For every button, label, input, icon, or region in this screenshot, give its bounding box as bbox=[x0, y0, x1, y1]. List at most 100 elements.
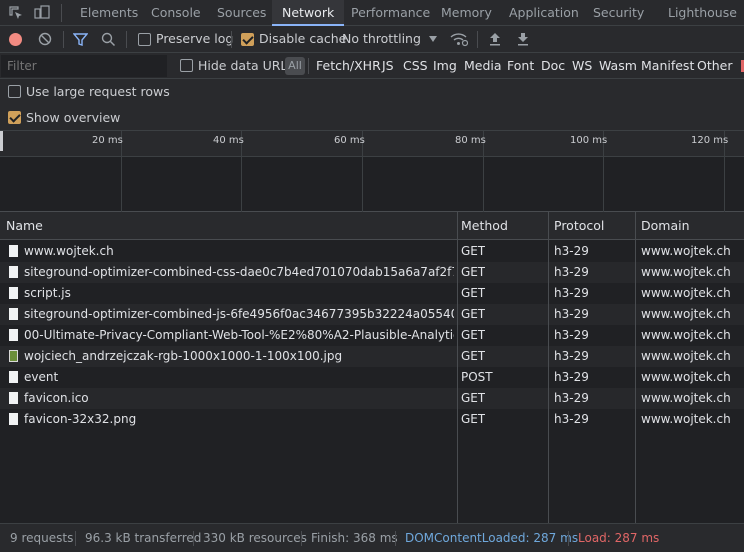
request-name: siteground-optimizer-combined-css-dae0c7… bbox=[24, 265, 454, 279]
filter-icon[interactable] bbox=[72, 32, 89, 47]
tick-label: 80 ms bbox=[455, 135, 486, 146]
options-row-large-rows: Use large request rows bbox=[0, 79, 744, 105]
request-method: GET bbox=[461, 349, 486, 363]
request-domain: www.wojtek.ch bbox=[641, 391, 731, 405]
search-icon[interactable] bbox=[101, 32, 116, 47]
status-transferred: 96.3 kB transferred bbox=[85, 531, 202, 545]
document-icon bbox=[9, 245, 18, 257]
column-divider[interactable] bbox=[457, 212, 458, 523]
preserve-log-checkbox[interactable] bbox=[138, 33, 151, 46]
filter-type-js[interactable]: JS bbox=[382, 53, 394, 79]
table-row[interactable]: favicon.ico GET h3-29 www.wojtek.ch bbox=[0, 388, 744, 409]
filter-type-css[interactable]: CSS bbox=[403, 53, 428, 79]
table-row[interactable]: 00-Ultimate-Privacy-Compliant-Web-Tool-%… bbox=[0, 325, 744, 346]
table-row[interactable]: siteground-optimizer-combined-css-dae0c7… bbox=[0, 262, 744, 283]
table-row[interactable]: event POST h3-29 www.wojtek.ch bbox=[0, 367, 744, 388]
request-method: POST bbox=[461, 370, 493, 384]
large-rows-label: Use large request rows bbox=[26, 84, 170, 99]
column-header-domain[interactable]: Domain bbox=[635, 212, 690, 240]
network-status-bar: 9 requests 96.3 kB transferred 330 kB re… bbox=[0, 523, 744, 552]
request-name: siteground-optimizer-combined-js-6fe4956… bbox=[24, 307, 454, 321]
document-icon bbox=[9, 392, 18, 404]
tick-label: 60 ms bbox=[334, 135, 365, 146]
filter-type-wasm[interactable]: Wasm bbox=[599, 53, 637, 79]
request-protocol: h3-29 bbox=[554, 286, 589, 300]
filter-type-ws[interactable]: WS bbox=[572, 53, 592, 79]
request-protocol: h3-29 bbox=[554, 412, 589, 426]
filter-type-manifest[interactable]: Manifest bbox=[641, 53, 694, 79]
clear-icon[interactable] bbox=[38, 32, 52, 46]
request-method: GET bbox=[461, 328, 486, 342]
overview-start-handle[interactable] bbox=[0, 131, 3, 151]
request-name: 00-Ultimate-Privacy-Compliant-Web-Tool-%… bbox=[24, 328, 454, 342]
request-protocol: h3-29 bbox=[554, 349, 589, 363]
tab-console[interactable]: Console bbox=[151, 0, 201, 26]
request-domain: www.wojtek.ch bbox=[641, 244, 731, 258]
filter-type-fetch-xhr[interactable]: Fetch/XHR bbox=[316, 53, 381, 79]
device-toggle-icon[interactable] bbox=[34, 5, 50, 21]
column-divider[interactable] bbox=[635, 212, 636, 523]
tab-security[interactable]: Security bbox=[593, 0, 644, 26]
request-protocol: h3-29 bbox=[554, 307, 589, 321]
devtools-tab-bar: Elements Console Sources Network Perform… bbox=[0, 0, 744, 26]
document-icon bbox=[9, 287, 18, 299]
import-har-icon[interactable] bbox=[489, 32, 501, 46]
filter-input[interactable] bbox=[1, 55, 167, 77]
tab-memory[interactable]: Memory bbox=[441, 0, 492, 26]
column-header-name[interactable]: Name bbox=[0, 212, 43, 240]
request-table-body: www.wojtek.ch GET h3-29 www.wojtek.ch si… bbox=[0, 240, 744, 523]
filter-type-doc[interactable]: Doc bbox=[541, 53, 565, 79]
status-dom-content-loaded: DOMContentLoaded: 287 ms bbox=[405, 531, 579, 545]
table-row[interactable]: www.wojtek.ch GET h3-29 www.wojtek.ch bbox=[0, 241, 744, 262]
request-name: www.wojtek.ch bbox=[24, 244, 114, 258]
tab-sources[interactable]: Sources bbox=[217, 0, 266, 26]
filter-type-media[interactable]: Media bbox=[464, 53, 502, 79]
export-har-icon[interactable] bbox=[517, 32, 529, 46]
filter-type-all[interactable]: All bbox=[285, 57, 305, 75]
request-protocol: h3-29 bbox=[554, 328, 589, 342]
tick-label: 120 ms bbox=[691, 135, 729, 146]
column-divider[interactable] bbox=[548, 212, 549, 523]
image-icon bbox=[9, 350, 18, 362]
document-icon bbox=[9, 329, 18, 341]
table-row[interactable]: siteground-optimizer-combined-js-6fe4956… bbox=[0, 304, 744, 325]
request-protocol: h3-29 bbox=[554, 244, 589, 258]
request-method: GET bbox=[461, 391, 486, 405]
tab-application[interactable]: Application bbox=[509, 0, 579, 26]
request-protocol: h3-29 bbox=[554, 370, 589, 384]
filter-type-other[interactable]: Other bbox=[697, 53, 733, 79]
filter-type-font[interactable]: Font bbox=[507, 53, 534, 79]
hide-data-urls-checkbox[interactable] bbox=[180, 59, 193, 72]
filter-type-img[interactable]: Img bbox=[433, 53, 457, 79]
table-row[interactable]: wojciech_andrzejczak-rgb-1000x1000-1-100… bbox=[0, 346, 744, 367]
large-rows-checkbox[interactable] bbox=[8, 85, 21, 98]
tab-lighthouse[interactable]: Lighthouse bbox=[668, 0, 737, 26]
request-domain: www.wojtek.ch bbox=[641, 328, 731, 342]
column-header-method[interactable]: Method bbox=[455, 212, 508, 240]
tick-label: 100 ms bbox=[570, 135, 608, 146]
inspect-element-icon[interactable] bbox=[9, 6, 23, 20]
table-row[interactable]: script.js GET h3-29 www.wojtek.ch bbox=[0, 283, 744, 304]
disable-cache-label: Disable cache bbox=[259, 31, 347, 46]
filter-bar: Hide data URLs All Fetch/XHR JS CSS Img … bbox=[0, 53, 744, 79]
record-icon[interactable] bbox=[9, 33, 22, 46]
column-header-protocol[interactable]: Protocol bbox=[548, 212, 604, 240]
preserve-log-label: Preserve log bbox=[156, 31, 234, 46]
request-protocol: h3-29 bbox=[554, 391, 589, 405]
tab-elements[interactable]: Elements bbox=[80, 0, 138, 26]
request-name: event bbox=[24, 370, 59, 384]
table-row[interactable]: favicon-32x32.png GET h3-29 www.wojtek.c… bbox=[0, 409, 744, 430]
request-name: favicon-32x32.png bbox=[24, 412, 137, 426]
disable-cache-checkbox[interactable] bbox=[241, 33, 254, 46]
chevron-down-icon[interactable] bbox=[429, 36, 437, 42]
show-overview-checkbox[interactable] bbox=[8, 111, 21, 124]
tick-label: 20 ms bbox=[92, 135, 123, 146]
tab-performance[interactable]: Performance bbox=[351, 0, 430, 26]
tab-network[interactable]: Network bbox=[272, 0, 345, 26]
throttling-select[interactable]: No throttling bbox=[342, 26, 421, 52]
overview-timeline[interactable]: 20 ms 40 ms 60 ms 80 ms 100 ms 120 ms bbox=[0, 131, 744, 212]
request-domain: www.wojtek.ch bbox=[641, 307, 731, 321]
network-conditions-icon[interactable] bbox=[450, 32, 469, 47]
document-icon bbox=[9, 266, 18, 278]
document-icon bbox=[9, 413, 18, 425]
